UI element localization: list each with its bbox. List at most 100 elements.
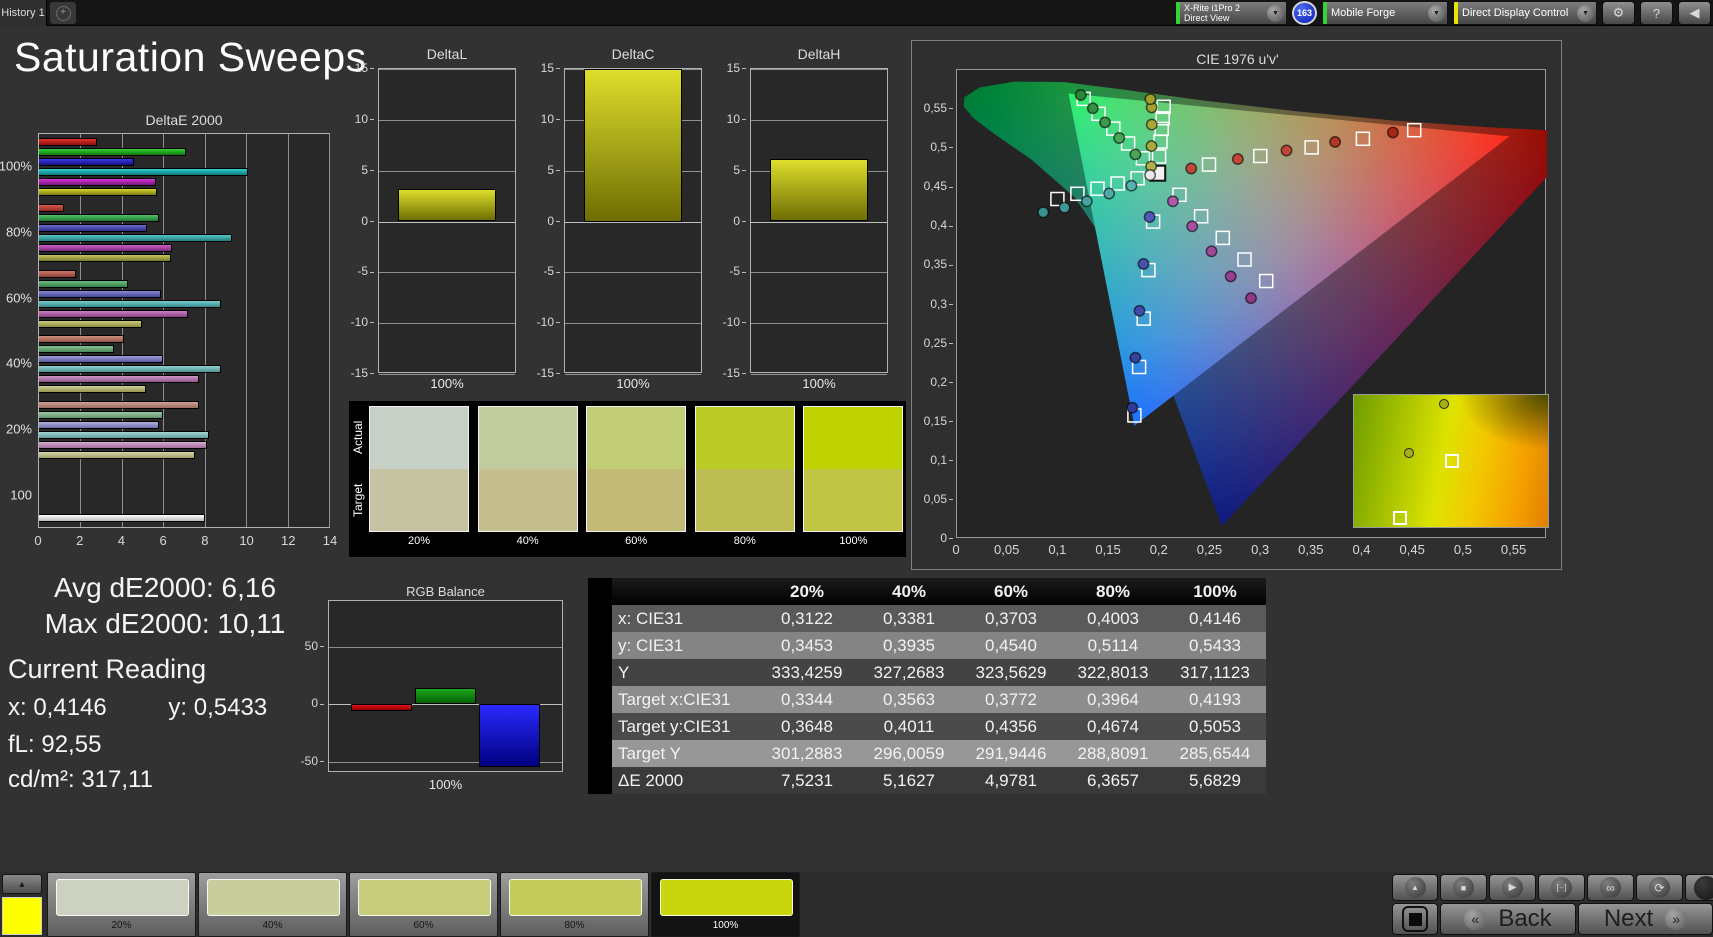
inset-target-square: [1393, 511, 1407, 525]
deltae-x-tick: 8: [201, 533, 208, 548]
deltae-bar: [39, 138, 97, 146]
back-button-label: Back: [1498, 905, 1551, 933]
swatch-button-label: 20%: [48, 920, 195, 931]
rgb-balance-title: RGB Balance: [328, 584, 563, 599]
y-tick-label: 5: [547, 163, 560, 177]
source-dropdown[interactable]: Mobile Forge ▼: [1322, 1, 1448, 25]
rgb-balance-plot: [328, 600, 563, 772]
back-button[interactable]: « Back: [1440, 903, 1576, 935]
table-column-header: 100%: [1164, 578, 1266, 605]
workflow-dropdown[interactable]: Direct Display Control ▼: [1453, 1, 1597, 25]
deltae-bar-group: [39, 463, 329, 529]
saturation-swatch-button-20[interactable]: 20%: [47, 872, 196, 937]
cie-x-tick: 0,35: [1298, 542, 1323, 557]
target-swatch: [479, 469, 577, 531]
chevron-down-icon: ▼: [1428, 5, 1445, 22]
table-row: Y333,4259327,2683323,5629322,8013317,112…: [588, 659, 1266, 686]
deltae-bar-group: [39, 397, 329, 463]
meter-count-badge[interactable]: 163: [1292, 1, 1317, 25]
deltae-category-label: 40%: [6, 356, 32, 371]
tab-history-1[interactable]: History 1: [0, 0, 47, 26]
actual-target-swatch: [695, 406, 795, 532]
gear-icon: ⚙: [1613, 5, 1625, 21]
cie-measured-point: [1104, 188, 1114, 198]
cie-measured-point: [1038, 207, 1048, 217]
cie-y-tick: 0,2: [930, 375, 953, 389]
stop-square-icon: [1402, 906, 1428, 932]
stop-button[interactable]: ■: [1440, 874, 1487, 901]
deltae-bar: [39, 411, 163, 419]
y-tick-label: -15: [537, 366, 560, 380]
saturation-swatch-button-80[interactable]: 80%: [500, 872, 649, 937]
cie-x-tick: 0,15: [1095, 542, 1120, 557]
cie-measured-point: [1127, 403, 1137, 413]
meter-dropdown[interactable]: X-Rite i1Pro 2 Direct View ▼: [1175, 1, 1287, 25]
saturation-swatch-button-100[interactable]: 100%: [651, 872, 800, 937]
table-cell: 0,4003: [1062, 605, 1164, 632]
record-indicator-button[interactable]: [1685, 874, 1713, 901]
gridline: [751, 374, 887, 375]
measure-window-button[interactable]: [··]: [1538, 874, 1585, 901]
avg-de2000-stat: Avg dE2000: 6,16: [0, 572, 330, 604]
deltae-bar: [39, 244, 172, 252]
play-button[interactable]: ▶: [1489, 874, 1536, 901]
gridline: [379, 69, 515, 70]
cie-measured-point: [1100, 117, 1110, 127]
y-tick-label: 50: [305, 639, 324, 653]
gridline: [379, 222, 515, 223]
cie-y-tick: 0,4: [930, 218, 953, 232]
collapse-panel-button[interactable]: ◀: [1678, 1, 1711, 25]
deltae-bar: [39, 178, 156, 186]
table-row-strip: [588, 713, 612, 740]
play-icon: ▶: [1502, 877, 1523, 898]
deltaC-y-axis: 151050-5-10-15: [526, 68, 560, 373]
deltae-bar-group: [39, 266, 329, 332]
deltae-bar: [39, 451, 195, 459]
source-status-bar: [1323, 2, 1327, 24]
stop-large-button[interactable]: [1392, 903, 1438, 935]
table-cell: 0,4011: [858, 713, 960, 740]
actual-swatch: [587, 407, 685, 469]
deltaL-plot: [378, 68, 516, 373]
deltae-bar: [39, 158, 134, 166]
next-button[interactable]: Next »: [1578, 903, 1713, 935]
add-tab-button[interactable]: +: [50, 2, 76, 24]
deltae-bar: [39, 270, 76, 278]
max-de2000-stat: Max dE2000: 10,11: [0, 608, 330, 640]
actual-target-panel: Actual Target 20%40%60%80%100%: [349, 401, 906, 557]
target-row-label: Target: [351, 469, 365, 532]
deltae-category-label: 20%: [6, 422, 32, 437]
meter-line1: X-Rite i1Pro 2: [1184, 3, 1240, 13]
cie-measured-point: [1206, 246, 1216, 256]
target-swatch: [804, 469, 902, 531]
table-cell: 0,5114: [1062, 632, 1164, 659]
cie-x-tick: 0,2: [1150, 542, 1168, 557]
deltae-bar: [39, 355, 163, 363]
deltae-bar: [39, 148, 186, 156]
saturation-swatch-button-60[interactable]: 60%: [349, 872, 498, 937]
transport-up-button[interactable]: ▲: [1392, 874, 1438, 901]
table-cell: 296,0059: [858, 740, 960, 767]
loop-button[interactable]: ⟳: [1636, 874, 1683, 901]
settings-button[interactable]: ⚙: [1602, 1, 1635, 25]
actual-swatch: [696, 407, 794, 469]
cie-measured-point: [1130, 149, 1140, 159]
swatch-percent-label: 80%: [695, 535, 795, 547]
table-cell: 285,6544: [1164, 740, 1266, 767]
table-row-label: Target x:CIE31: [612, 686, 756, 713]
cie-measured-point: [1145, 170, 1155, 180]
saturation-swatch-button-40[interactable]: 40%: [198, 872, 347, 937]
cie-y-tick: 0,5: [930, 140, 953, 154]
plus-icon: +: [56, 6, 71, 21]
deltaH-plot: [750, 68, 888, 373]
y-tick-label: 10: [541, 112, 560, 126]
toolbar-expand-button[interactable]: ▲: [2, 874, 42, 894]
help-button[interactable]: ?: [1640, 1, 1673, 25]
y-tick-label: -5: [729, 264, 746, 278]
continuous-measure-button[interactable]: ∞: [1587, 874, 1634, 901]
actual-target-swatch: [478, 406, 578, 532]
cie-measured-point: [1330, 137, 1340, 147]
deltaL-x-label: 100%: [378, 376, 516, 391]
cie-y-tick: 0,1: [930, 453, 953, 467]
cie-measured-point: [1168, 196, 1178, 206]
